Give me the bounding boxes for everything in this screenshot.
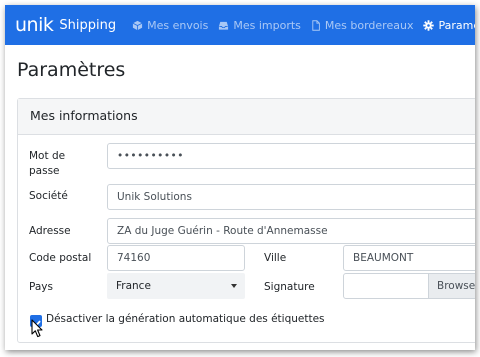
company-label: Société <box>29 190 68 202</box>
password-field[interactable]: •••••••••• <box>107 143 475 169</box>
card-title: Mes informations <box>30 108 138 123</box>
browse-button[interactable]: Browse <box>428 274 475 298</box>
company-field[interactable]: Unik Solutions <box>107 184 475 210</box>
postal-code-field[interactable]: 74160 <box>107 245 245 271</box>
city-field[interactable]: BEAUMONT <box>343 245 475 271</box>
country-label: Pays <box>29 281 53 293</box>
country-value: France <box>116 280 151 292</box>
disable-label-generation-label[interactable]: Désactiver la génération automatique des… <box>46 313 325 325</box>
mouse-cursor-icon <box>31 319 43 338</box>
content-area: Mes informations Mot de passe ••••••••••… <box>5 5 475 350</box>
card-header: Mes informations <box>18 99 475 135</box>
chevron-down-icon <box>231 284 237 288</box>
country-select[interactable]: France <box>107 273 245 299</box>
city-label: Ville <box>264 252 287 264</box>
signature-file-input[interactable]: Browse <box>343 273 475 299</box>
address-label: Adresse <box>29 225 71 237</box>
address-field[interactable]: ZA du Juge Guérin - Route d'Annemasse <box>107 218 475 244</box>
postal-code-label: Code postal <box>29 252 92 264</box>
password-label: Mot de passe <box>29 150 66 177</box>
signature-label: Signature <box>264 281 315 293</box>
